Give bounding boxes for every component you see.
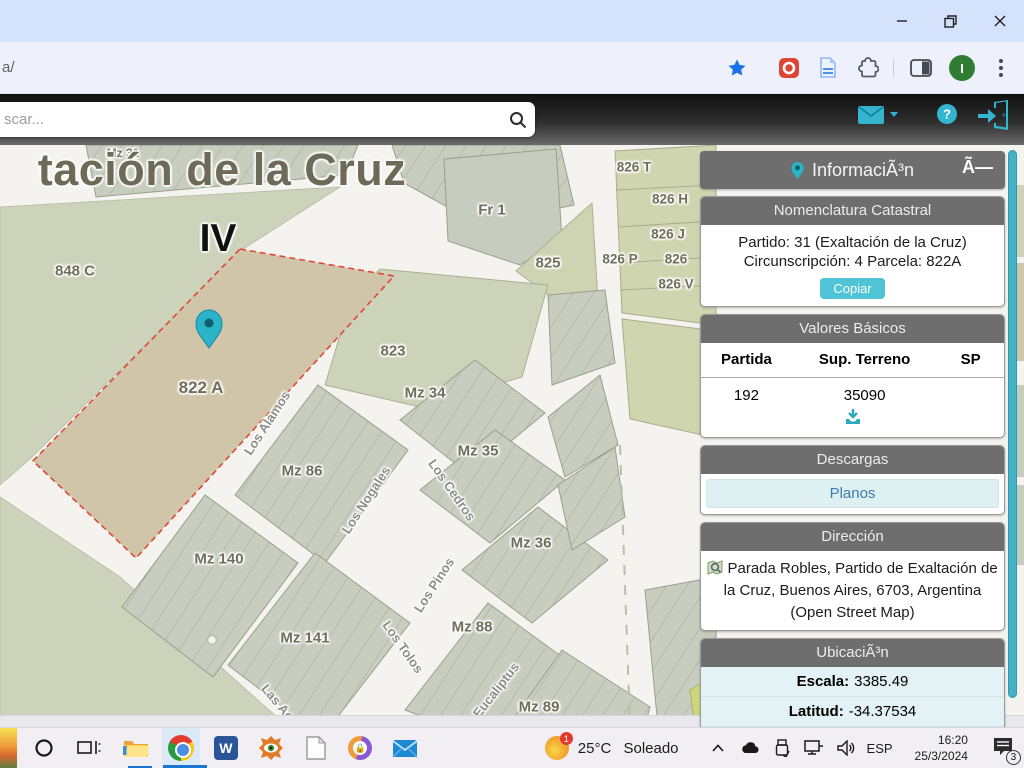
word-icon: W	[214, 736, 238, 760]
lock-ring-icon: 🔒	[348, 736, 372, 760]
file-explorer-button[interactable]	[117, 728, 156, 768]
tray-chevron-icon[interactable]	[707, 737, 729, 759]
taskbar: W 🔒 1 25°C Soleado	[0, 727, 1024, 768]
minimize-icon[interactable]	[888, 8, 916, 34]
weather-badge: 1	[560, 732, 573, 745]
col-sp: SP	[937, 343, 1004, 378]
extensions-puzzle-icon[interactable]	[855, 55, 881, 81]
task-view-button[interactable]	[70, 728, 109, 768]
latitud-row: Latitud:-34.37534	[701, 697, 1004, 727]
help-icon[interactable]: ?	[936, 103, 958, 125]
map-search-icon	[707, 560, 723, 575]
eye-app-button[interactable]	[251, 728, 290, 768]
panel-scrollbar[interactable]	[1008, 150, 1017, 698]
panel-close-button[interactable]: Ã—	[962, 157, 993, 178]
card-descargas: Descargas Planos	[700, 445, 1005, 515]
chrome-button[interactable]	[162, 728, 201, 768]
browser-menu-icon[interactable]	[988, 55, 1014, 81]
usb-device-icon[interactable]	[771, 737, 793, 759]
val-sp	[937, 378, 1004, 407]
restore-icon[interactable]	[936, 8, 964, 34]
system-tray: ESP 16:20 25/3/2024 3	[707, 732, 1024, 764]
valores-table: Partida Sup. Terreno SP 192 35090	[701, 343, 1004, 406]
direccion-header: Dirección	[701, 523, 1004, 551]
clock-time: 16:20	[938, 733, 968, 747]
valores-header: Valores Básicos	[701, 315, 1004, 343]
card-nomenclatura: Nomenclatura Catastral Partido: 31 (Exal…	[700, 196, 1005, 307]
onedrive-cloud-icon[interactable]	[739, 737, 761, 759]
network-icon[interactable]	[803, 737, 825, 759]
clock[interactable]: 16:20 25/3/2024	[915, 732, 968, 764]
partido-line: Partido: 31 (Exaltación de la Cruz)	[707, 234, 998, 251]
close-icon[interactable]	[986, 8, 1014, 34]
speaker-icon[interactable]	[835, 737, 857, 759]
weather-desc: Soleado	[623, 740, 678, 757]
planos-button[interactable]: Planos	[706, 479, 999, 508]
info-panel: InformaciÃ³n Ã— Nomenclatura Catastral P…	[700, 151, 1005, 757]
screen: a/ I ?	[0, 0, 1024, 768]
clock-date: 25/3/2024	[915, 749, 968, 763]
logout-door-icon[interactable]	[976, 99, 1010, 131]
mail-app-button[interactable]	[386, 728, 425, 768]
toolbar-separator	[893, 59, 894, 77]
browser-tabstrip	[0, 0, 1024, 42]
bookmark-star-icon[interactable]	[724, 55, 750, 81]
document-app-button[interactable]	[296, 728, 335, 768]
descargas-header: Descargas	[701, 446, 1004, 474]
escala-row: Escala:3385.49	[701, 667, 1004, 697]
weather-sun-icon: 1	[545, 736, 569, 760]
language-indicator[interactable]: ESP	[867, 741, 893, 756]
nomenclatura-header: Nomenclatura Catastral	[701, 197, 1004, 225]
panel-title: InformaciÃ³n	[812, 160, 914, 181]
action-center-button[interactable]: 3	[992, 736, 1014, 761]
word-button[interactable]: W	[206, 728, 245, 768]
download-values-button[interactable]	[701, 406, 1004, 437]
copy-button[interactable]: Copiar	[820, 278, 884, 299]
search-icon[interactable]	[501, 111, 535, 129]
notification-count: 3	[1006, 750, 1021, 765]
card-valores: Valores Básicos Partida Sup. Terreno SP …	[700, 314, 1005, 438]
lock-ring-app-button[interactable]: 🔒	[341, 728, 380, 768]
browser-toolbar: a/ I	[0, 42, 1024, 94]
side-panel-icon[interactable]	[908, 55, 934, 81]
circunscripcion-line: Circunscripción: 4 Parcela: 822A	[707, 253, 998, 270]
svg-text:?: ?	[943, 107, 951, 122]
pin-icon	[791, 161, 804, 180]
extension-red-icon[interactable]	[776, 55, 802, 81]
cortana-button[interactable]	[25, 728, 64, 768]
start-tulip-image[interactable]	[0, 728, 17, 768]
col-partida: Partida	[701, 343, 792, 378]
weather-temp: 25°C	[578, 740, 612, 757]
chrome-icon	[168, 735, 194, 761]
info-panel-header: InformaciÃ³n Ã—	[700, 151, 1005, 189]
ubicacion-header: UbicaciÃ³n	[701, 639, 1004, 667]
profile-avatar[interactable]: I	[949, 55, 975, 81]
search-input[interactable]	[0, 111, 501, 128]
val-sup-terreno: 35090	[792, 378, 937, 407]
weather-widget[interactable]: 1 25°C Soleado	[545, 736, 679, 760]
card-direccion: Dirección Parada Robles, Partido de Exal…	[700, 522, 1005, 631]
val-partida: 192	[701, 378, 792, 407]
url-text[interactable]: a/	[2, 59, 15, 76]
col-sup-terreno: Sup. Terreno	[792, 343, 937, 378]
direccion-text: Parada Robles, Partido de Exaltación de …	[724, 560, 998, 621]
search-box	[0, 102, 535, 137]
mail-icon[interactable]	[858, 103, 900, 125]
extension-doc-icon[interactable]	[815, 55, 841, 81]
app-toolbar: ?	[0, 94, 1024, 145]
